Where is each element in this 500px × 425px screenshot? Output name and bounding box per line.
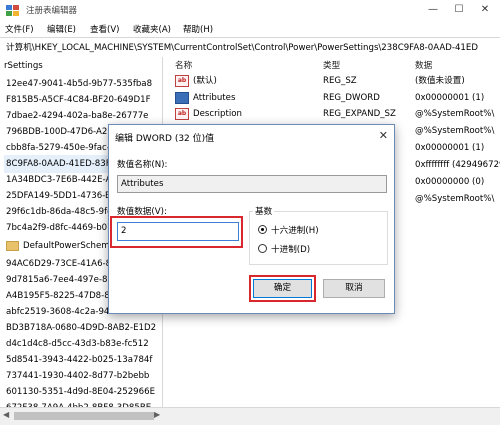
- menu-file[interactable]: 文件(F): [5, 23, 34, 35]
- hex-radio[interactable]: [258, 225, 267, 234]
- value-name-field: Attributes: [117, 175, 387, 193]
- cancel-button[interactable]: 取消: [323, 279, 385, 298]
- hex-radio-label[interactable]: 十六进制(H): [271, 224, 319, 236]
- maximize-icon: ☐: [454, 4, 464, 15]
- value-data-input[interactable]: 2: [117, 222, 239, 241]
- dec-radio-label[interactable]: 十进制(D): [271, 243, 310, 255]
- close-icon: ✕: [480, 4, 490, 15]
- tree-item[interactable]: 672F38-7A9A-4bb2-8BF8-3D85BE: [6, 399, 151, 407]
- value-data: 0x00000001 (1): [415, 143, 485, 153]
- address-path[interactable]: 计算机\HKEY_LOCAL_MACHINE\SYSTEM\CurrentCon…: [6, 41, 478, 53]
- string-value-icon: ab: [175, 74, 189, 87]
- column-header-data[interactable]: 数据: [415, 59, 432, 71]
- value-name: (默认): [193, 76, 217, 86]
- value-name: Attributes: [193, 93, 236, 103]
- tree-parent-label[interactable]: rSettings: [4, 57, 43, 75]
- value-row-description[interactable]: ab Description: [175, 107, 242, 122]
- value-row-default[interactable]: ab (默认): [175, 74, 217, 89]
- menu-edit[interactable]: 编辑(E): [47, 23, 76, 35]
- value-data: 0xffffffff (429496729: [415, 160, 500, 170]
- value-name-label: 数值名称(N):: [117, 160, 168, 170]
- maximize-button[interactable]: ☐: [446, 0, 472, 20]
- value-name: Description: [193, 109, 242, 119]
- menu-help[interactable]: 帮助(H): [183, 23, 213, 35]
- menu-view[interactable]: 查看(V): [90, 23, 119, 35]
- window-title: 注册表编辑器: [26, 6, 78, 16]
- value-type: REG_SZ: [323, 76, 357, 86]
- close-button[interactable]: ✕: [472, 0, 498, 20]
- string-value-icon: ab: [175, 107, 189, 120]
- dialog-close-icon[interactable]: ✕: [379, 129, 388, 142]
- value-type: REG_EXPAND_SZ: [323, 109, 396, 119]
- folder-icon: [6, 240, 19, 251]
- base-group: [249, 211, 388, 265]
- value-data: 0x00000000 (0): [415, 177, 485, 187]
- scroll-left-icon[interactable]: ◀: [3, 410, 9, 419]
- value-data: 0x00000001 (1): [415, 93, 485, 103]
- address-bar[interactable]: 计算机\HKEY_LOCAL_MACHINE\SYSTEM\CurrentCon…: [0, 37, 500, 58]
- value-row-attributes[interactable]: Attributes: [175, 91, 235, 106]
- registry-editor-icon: [6, 5, 19, 16]
- edit-dword-dialog: 编辑 DWORD (32 位)值 ✕ 数值名称(N): Attributes 数…: [108, 124, 395, 314]
- menu-bar: 文件(F) 编辑(E) 查看(V) 收藏夹(A) 帮助(H): [0, 20, 500, 37]
- column-header-type[interactable]: 类型: [323, 59, 340, 71]
- dialog-title: 编辑 DWORD (32 位)值: [115, 134, 215, 144]
- value-type: REG_DWORD: [323, 93, 380, 103]
- horizontal-scrollbar[interactable]: ◀ ▶: [0, 407, 500, 425]
- scroll-thumb[interactable]: [14, 412, 154, 420]
- column-header-name[interactable]: 名称: [175, 59, 192, 71]
- minimize-icon: —: [428, 4, 438, 15]
- minimize-button[interactable]: —: [420, 0, 446, 20]
- base-group-label: 基数: [253, 205, 275, 217]
- ok-button[interactable]: 确定: [253, 279, 312, 298]
- title-bar: 注册表编辑器 — ☐ ✕: [0, 0, 500, 20]
- value-data: @%SystemRoot%\: [415, 109, 495, 119]
- value-data: (数值未设置): [415, 76, 465, 86]
- value-data: @%SystemRoot%\: [415, 126, 495, 136]
- value-data: @%SystemRoot%\: [415, 194, 495, 204]
- binary-value-icon: [175, 91, 189, 104]
- dec-radio[interactable]: [258, 244, 267, 253]
- scroll-right-icon[interactable]: ▶: [154, 410, 160, 419]
- menu-favorites[interactable]: 收藏夹(A): [133, 23, 171, 35]
- radio-selected-dot: [261, 228, 264, 231]
